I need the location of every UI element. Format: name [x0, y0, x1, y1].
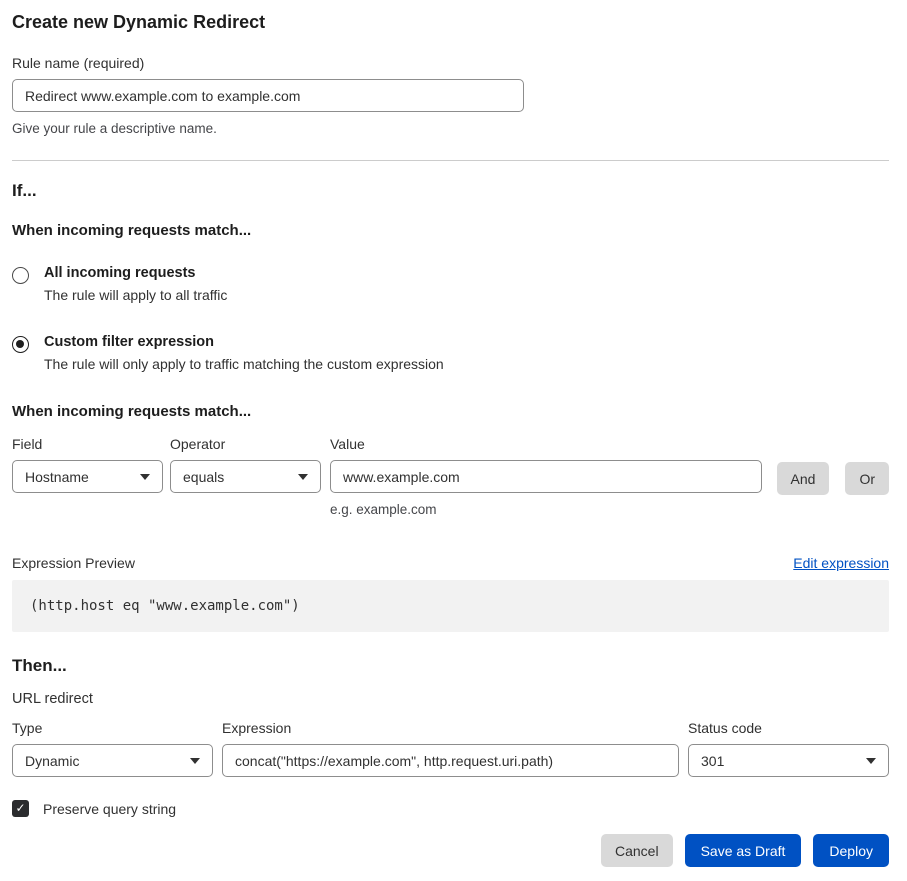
status-code-column: Status code 301 [688, 720, 889, 777]
checkbox-checked-icon[interactable]: ✓ [12, 800, 29, 817]
type-select-value: Dynamic [25, 753, 79, 769]
expression-label: Expression [222, 720, 679, 736]
radio-option-label: Custom filter expression [44, 334, 444, 350]
field-column: Field Hostname [12, 436, 163, 493]
footer-actions: Cancel Save as Draft Deploy [12, 834, 889, 867]
radio-checked-icon[interactable] [12, 336, 29, 353]
radio-unchecked-icon[interactable] [12, 267, 29, 284]
type-label: Type [12, 720, 213, 736]
redirect-expression-input[interactable] [222, 744, 679, 777]
cancel-button[interactable]: Cancel [601, 834, 673, 867]
radio-option-description: The rule will apply to all traffic [44, 287, 227, 303]
filter-builder-row: Field Hostname Operator equals Value e.g… [12, 436, 889, 517]
chevron-down-icon [190, 758, 200, 764]
rule-name-input[interactable] [12, 79, 524, 112]
expression-preview-header: Expression Preview Edit expression [12, 555, 889, 571]
value-label: Value [330, 436, 762, 452]
expression-column: Expression [222, 720, 679, 777]
create-redirect-form: Create new Dynamic Redirect Rule name (r… [0, 0, 907, 881]
preserve-query-string-label: Preserve query string [43, 801, 176, 817]
field-select[interactable]: Hostname [12, 460, 163, 493]
chevron-down-icon [866, 758, 876, 764]
operator-select[interactable]: equals [170, 460, 321, 493]
or-button[interactable]: Or [845, 462, 889, 495]
preserve-query-string-option[interactable]: ✓ Preserve query string [12, 800, 889, 817]
operator-select-value: equals [183, 469, 224, 485]
field-select-value: Hostname [25, 469, 89, 485]
radio-option-label: All incoming requests [44, 265, 227, 281]
section-divider [12, 160, 889, 161]
incoming-requests-heading: When incoming requests match... [12, 222, 889, 239]
expression-preview-code: (http.host eq "www.example.com") [12, 580, 889, 632]
value-help: e.g. example.com [330, 502, 762, 517]
and-button[interactable]: And [777, 462, 830, 495]
if-heading: If... [12, 181, 889, 201]
radio-option-custom-filter[interactable]: Custom filter expression The rule will o… [12, 334, 889, 372]
status-code-select-value: 301 [701, 753, 724, 769]
edit-expression-link[interactable]: Edit expression [793, 555, 889, 571]
filter-heading: When incoming requests match... [12, 403, 889, 420]
radio-option-all-requests[interactable]: All incoming requests The rule will appl… [12, 265, 889, 303]
status-code-select[interactable]: 301 [688, 744, 889, 777]
operator-label: Operator [170, 436, 321, 452]
type-select[interactable]: Dynamic [12, 744, 213, 777]
rule-name-label: Rule name (required) [12, 55, 889, 71]
radio-option-text: Custom filter expression The rule will o… [44, 334, 444, 372]
page-title: Create new Dynamic Redirect [12, 12, 889, 33]
deploy-button[interactable]: Deploy [813, 834, 889, 867]
rule-name-group: Rule name (required) Give your rule a de… [12, 55, 889, 136]
url-redirect-label: URL redirect [12, 691, 889, 707]
status-code-label: Status code [688, 720, 889, 736]
field-label: Field [12, 436, 163, 452]
operator-column: Operator equals [170, 436, 321, 493]
expression-preview-label: Expression Preview [12, 555, 135, 571]
then-heading: Then... [12, 656, 889, 676]
radio-option-text: All incoming requests The rule will appl… [44, 265, 227, 303]
value-input[interactable] [330, 460, 762, 493]
value-column: Value e.g. example.com [330, 436, 762, 517]
redirect-config-row: Type Dynamic Expression Status code 301 [12, 720, 889, 777]
chevron-down-icon [140, 474, 150, 480]
rule-name-help: Give your rule a descriptive name. [12, 121, 889, 136]
save-as-draft-button[interactable]: Save as Draft [685, 834, 802, 867]
type-column: Type Dynamic [12, 720, 213, 777]
chevron-down-icon [298, 474, 308, 480]
radio-option-description: The rule will only apply to traffic matc… [44, 356, 444, 372]
